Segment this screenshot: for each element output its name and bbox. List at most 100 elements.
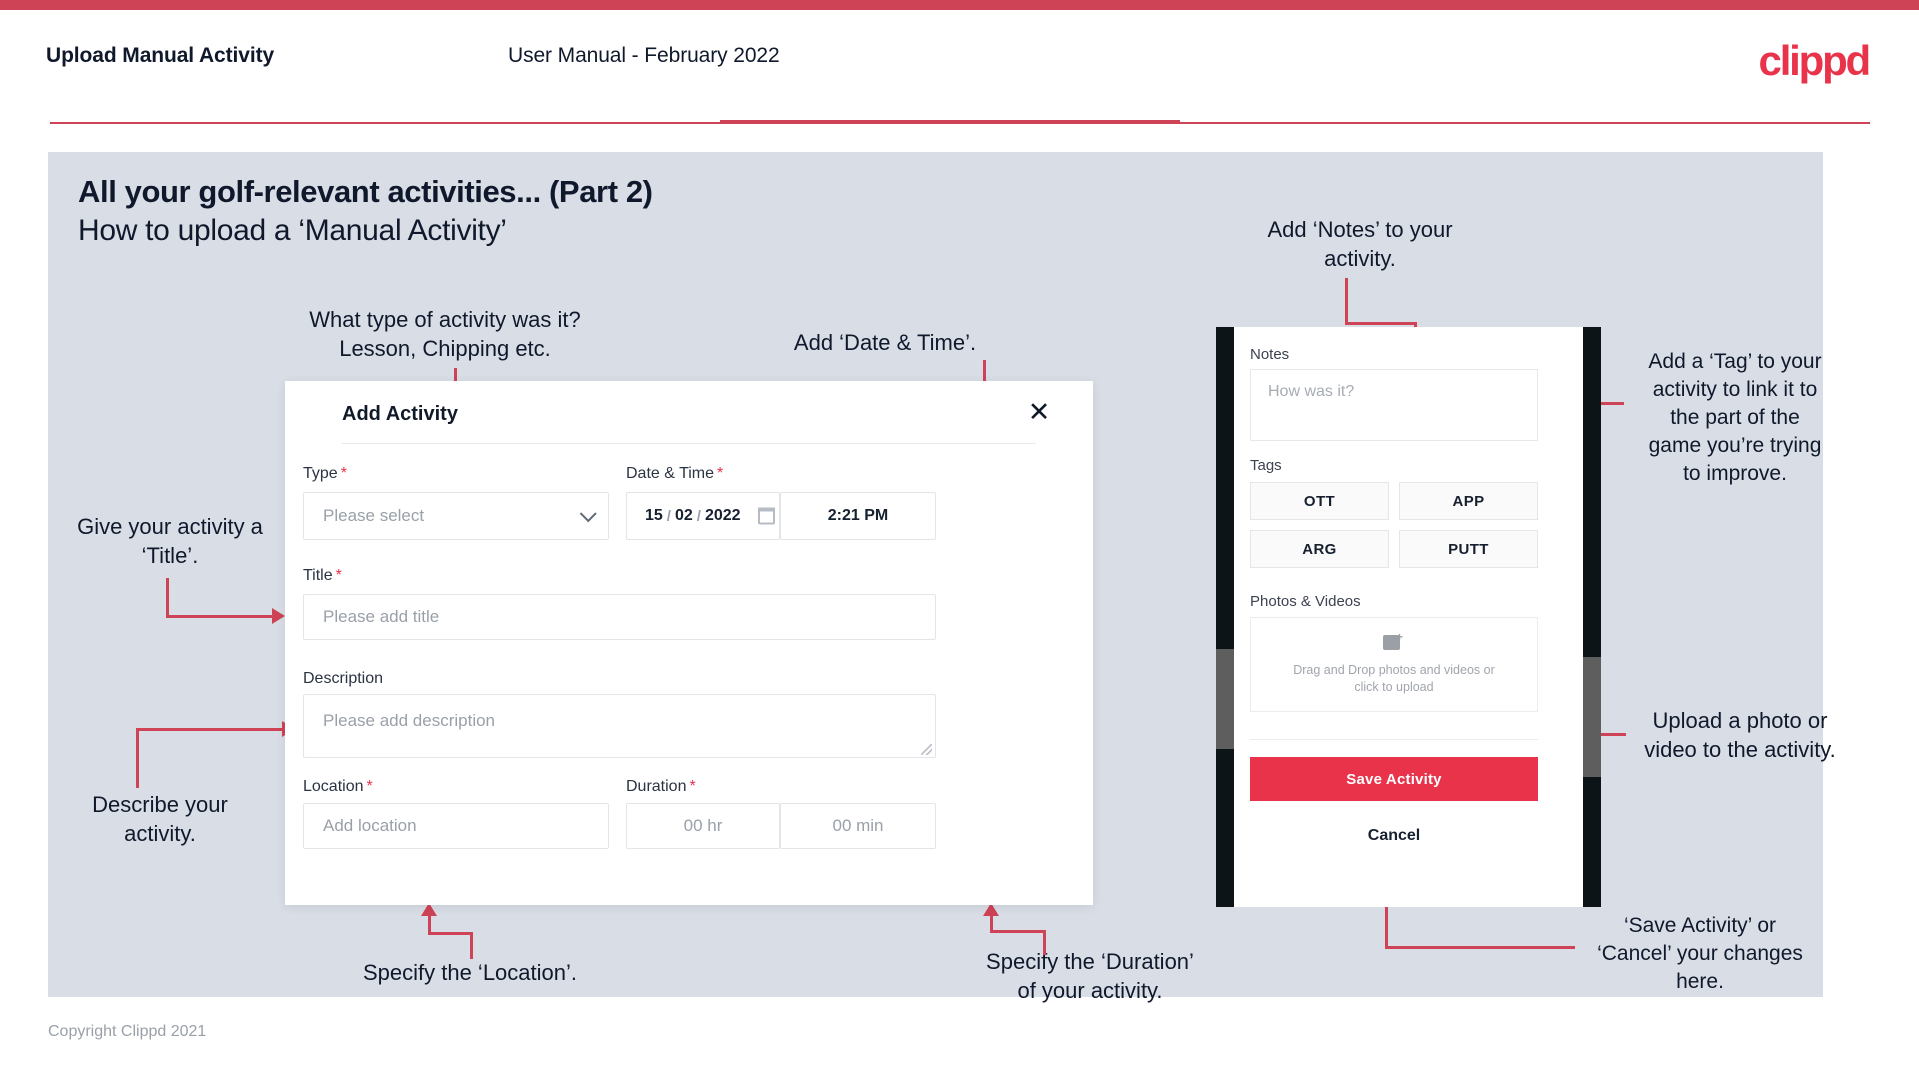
description-label-text: Description [303,670,384,687]
phone-divider [1250,739,1538,740]
description-placeholder: Please add description [323,711,496,730]
description-textarea[interactable]: Please add description [303,694,936,758]
calendar-icon[interactable] [753,506,775,526]
tags-label: Tags [1250,457,1282,474]
location-label-text: Location [303,778,364,795]
dialog-title: Add Activity [342,403,458,425]
tag-app-label: APP [1452,492,1485,510]
duration-minutes-placeholder: 00 min [832,816,884,835]
connector-save-h [1385,946,1575,949]
arrowhead-title [272,608,285,624]
page-subtitle: How to upload a ‘Manual Activity’ [78,214,507,247]
save-activity-button[interactable]: Save Activity [1250,757,1538,801]
annotation-tags: Add a ‘Tag’ to your activity to link it … [1648,350,1822,485]
connector-notes-h [1345,322,1417,325]
phone-volume-button-left [1216,649,1234,749]
duration-hours-placeholder: 00 hr [683,816,723,835]
tag-arg-label: ARG [1302,540,1337,558]
datetime-label: Date & Time * [626,465,723,483]
title-input-placeholder: Please add title [323,607,440,626]
tag-ott[interactable]: OTT [1250,482,1389,520]
connector-title-v [166,578,169,618]
resize-grip-icon[interactable] [921,744,932,755]
annotation-photos: Upload a photo or video to the activity. [1644,708,1836,762]
annotation-type: What type of activity was it? Lesson, Ch… [309,307,581,361]
annotation-title: Give your activity a ‘Title’. [77,514,263,568]
time-input[interactable]: 2:21 PM [780,492,936,540]
dialog-header: Add Activity ✕ [285,381,1093,443]
location-input[interactable]: Add location [303,803,609,849]
dropzone-line-2: click to upload [1354,680,1434,694]
annotation-duration: Specify the ‘Duration’ of your activity. [986,949,1194,1003]
phone-screen: Notes How was it? Tags OTT APP ARG PUTT … [1234,327,1583,907]
type-label: Type * [303,465,347,483]
date-day: 15 [645,507,663,524]
duration-required-star: * [689,778,696,795]
type-required-star: * [340,465,347,482]
datetime-label-text: Date & Time [626,465,715,482]
connector-description-v [136,728,139,788]
connector-location-h [428,932,473,935]
cancel-label: Cancel [1367,827,1421,844]
notes-placeholder: How was it? [1268,383,1355,400]
title-input[interactable]: Please add title [303,594,936,640]
tag-putt[interactable]: PUTT [1399,530,1538,568]
connector-location-v1 [470,932,473,959]
type-select[interactable]: Please select [303,492,609,540]
clippd-logo: clippd [1758,37,1872,84]
notes-label: Notes [1250,346,1290,363]
duration-label: Duration * [626,778,696,796]
date-year: 2022 [704,507,741,524]
header-subtitle: User Manual - February 2022 [508,44,780,67]
mobile-preview: Notes How was it? Tags OTT APP ARG PUTT … [1216,327,1601,907]
save-activity-label: Save Activity [1346,770,1442,788]
notes-textarea[interactable]: How was it? [1250,369,1538,441]
chevron-down-icon [579,505,597,523]
title-required-star: * [335,567,342,584]
location-label: Location * [303,778,373,796]
phone-bezel-right [1583,327,1601,907]
annotation-datetime: Add ‘Date & Time’. [793,330,977,355]
connector-duration-v1 [1043,930,1046,955]
phone-power-button-right [1583,657,1601,777]
tag-putt-label: PUTT [1448,540,1489,558]
annotation-description: Describe your activity. [92,792,228,846]
time-value: 2:21 PM [827,507,889,524]
duration-minutes-input[interactable]: 00 min [780,803,936,849]
cancel-button[interactable]: Cancel [1250,827,1538,845]
dropzone-line-1: Drag and Drop photos and videos or [1293,663,1495,677]
location-required-star: * [366,778,373,795]
slide-page: Upload Manual Activity User Manual - Feb… [0,0,1919,1079]
annotation-save: ‘Save Activity’ or ‘Cancel’ your changes… [1597,914,1803,993]
title-label-text: Title [303,567,333,584]
type-label-text: Type [303,465,338,482]
connector-notes-v1 [1345,278,1348,325]
page-title: All your golf-relevant activities... (Pa… [78,174,653,209]
header-title: Upload Manual Activity [46,44,275,67]
description-label: Description [303,670,383,688]
duration-hours-input[interactable]: 00 hr [626,803,780,849]
datetime-required-star: * [717,465,724,482]
tag-app[interactable]: APP [1399,482,1538,520]
date-month: 02 [674,507,693,524]
connector-description-h [136,728,286,731]
annotation-notes: Add ‘Notes’ to your activity. [1267,217,1453,271]
copyright-text: Copyright Clippd 2021 [48,1023,207,1040]
date-input[interactable]: 15 / 02 / 2022 [626,492,780,540]
type-select-value: Please select [323,506,425,525]
tag-arg[interactable]: ARG [1250,530,1389,568]
photo-dropzone[interactable]: + Drag and Drop photos and videos or cli… [1250,617,1538,712]
location-placeholder: Add location [323,816,417,835]
tag-ott-label: OTT [1303,492,1336,510]
date-sep-2: / [696,507,701,525]
dialog-divider [342,443,1036,444]
phone-bezel-left [1216,327,1234,907]
header-divider-accent [720,120,1180,123]
duration-label-text: Duration [626,778,687,795]
annotation-location: Specify the ‘Location’. [362,960,578,985]
photos-label: Photos & Videos [1250,593,1361,610]
top-accent-bar [0,0,1919,10]
date-sep-1: / [666,507,671,525]
connector-duration-h [990,930,1046,933]
close-icon[interactable]: ✕ [1025,398,1053,426]
